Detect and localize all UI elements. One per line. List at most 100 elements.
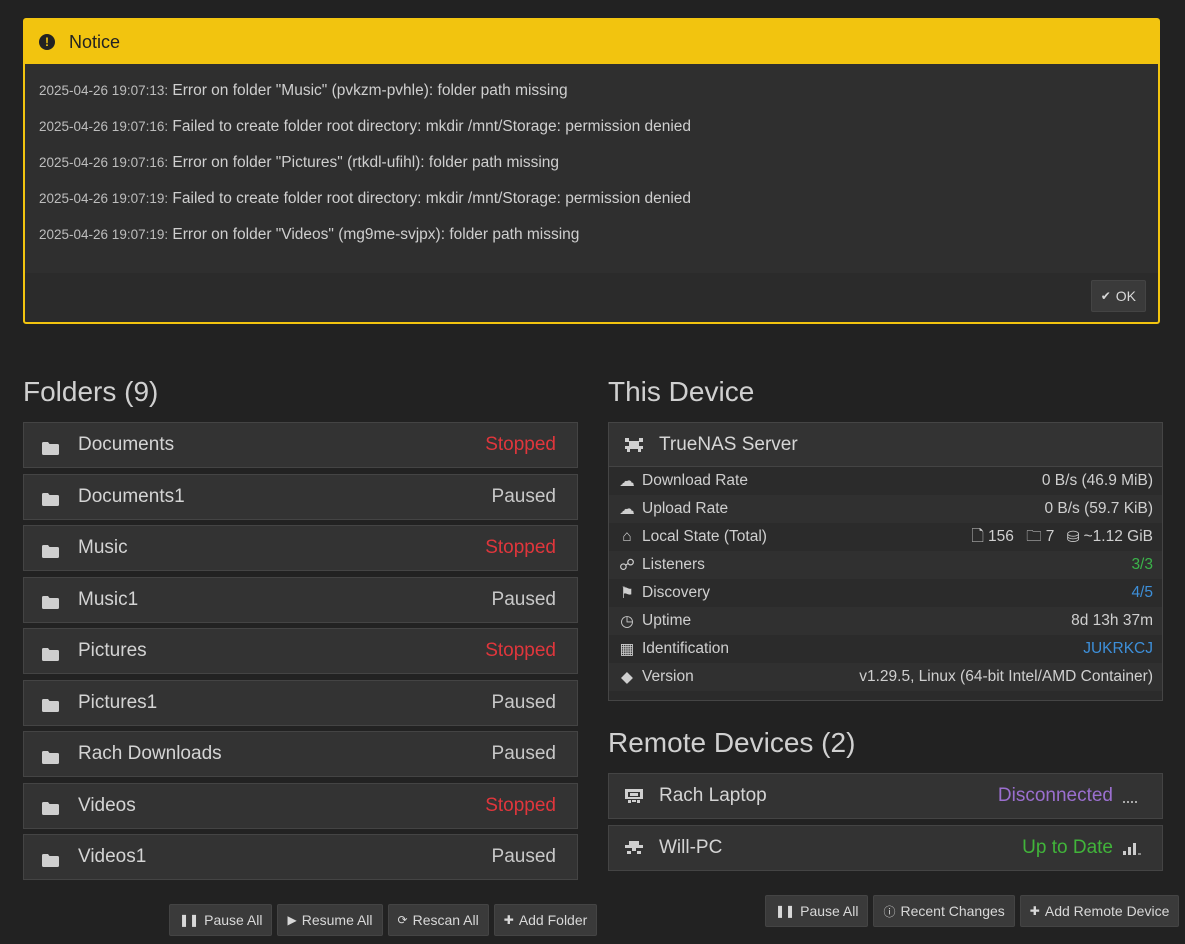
uptime-label: Uptime <box>642 612 692 629</box>
desktop-icon <box>625 841 643 855</box>
pause-all-devices-button[interactable]: ❚❚ Pause All <box>765 895 869 927</box>
notice-message: 2025-04-26 19:07:13: Error on folder "Mu… <box>25 81 1158 117</box>
listeners-label: Listeners <box>642 556 705 573</box>
discovery-row: ⚑ Discovery 4/5 <box>609 579 1162 607</box>
sitemap-icon: ☍ <box>619 556 635 574</box>
remote-device-name: Rach Laptop <box>659 785 767 806</box>
remote-device-status: Disconnected <box>997 785 1113 806</box>
folder-name: Music1 <box>78 588 139 610</box>
this-device-panel: TrueNAS Server ☁ Download Rate 0 B/s (46… <box>608 422 1163 701</box>
notice-timestamp: 2025-04-26 19:07:19: <box>39 191 169 206</box>
refresh-icon: ⟳ <box>397 913 408 927</box>
folder-row[interactable]: Music Stopped <box>23 525 578 571</box>
folder-status: Stopped <box>485 434 556 455</box>
folder-status: Paused <box>491 743 556 764</box>
version-label: Version <box>642 668 694 685</box>
plus-icon: ✚ <box>503 913 514 927</box>
local-state-value: 🗋 156 🗀 7 ⛁ ~1.12 GiB <box>972 524 1153 551</box>
this-device-heading: This Device <box>608 376 755 407</box>
qrcode-icon: ▦ <box>619 640 635 658</box>
notice-text: Failed to create folder root directory: … <box>172 118 692 135</box>
pause-all-label: Pause All <box>204 912 263 928</box>
notice-text: Error on folder "Music" (pvkzm-pvhle): f… <box>172 82 568 99</box>
uptime-value: 8d 13h 37m <box>1071 612 1153 629</box>
signpost-icon: ⚑ <box>620 584 634 602</box>
rescan-all-button[interactable]: ⟳ Rescan All <box>387 904 489 936</box>
local-state-label: Local State (Total) <box>642 528 767 545</box>
notice-message: 2025-04-26 19:07:19: Error on folder "Vi… <box>25 225 1158 261</box>
recent-changes-button[interactable]: ⓘ Recent Changes <box>873 895 1015 927</box>
folder-icon <box>42 851 59 867</box>
folder-status: Paused <box>491 588 556 610</box>
folder-status: Stopped <box>485 794 556 816</box>
dir-count: 7 <box>1045 528 1055 545</box>
ok-button[interactable]: ✔ OK <box>1090 280 1146 312</box>
folder-row[interactable]: Videos Stopped <box>23 782 578 829</box>
check-icon: ✔ <box>1100 289 1111 303</box>
folder-name: Rach Downloads <box>78 743 222 764</box>
add-folder-button[interactable]: ✚ Add Folder <box>493 904 598 936</box>
file-icon: 🗋 <box>971 527 984 545</box>
this-device-header[interactable]: TrueNAS Server <box>609 423 1162 467</box>
recent-changes-label: Recent Changes <box>900 903 1005 919</box>
file-count: 156 <box>987 528 1014 545</box>
folder-row[interactable]: Documents1 Paused <box>23 473 578 520</box>
folder-row[interactable]: Pictures Stopped <box>23 628 578 674</box>
listeners-row: ☍ Listeners 3/3 <box>609 551 1162 579</box>
folder-row[interactable]: Pictures1 Paused <box>23 679 578 726</box>
folder-icon <box>42 439 59 455</box>
devices-toolbar: ❚❚ Pause All ⓘ Recent Changes ✚ Add Remo… <box>765 895 1180 927</box>
notice-message: 2025-04-26 19:07:16: Failed to create fo… <box>25 117 1158 153</box>
notice-timestamp: 2025-04-26 19:07:13: <box>39 83 169 98</box>
folder-row[interactable]: Documents Stopped <box>23 422 578 468</box>
add-remote-device-button[interactable]: ✚ Add Remote Device <box>1019 895 1180 927</box>
add-remote-device-label: Add Remote Device <box>1044 903 1170 919</box>
notice-body: 2025-04-26 19:07:13: Error on folder "Mu… <box>25 64 1158 273</box>
pause-all-folders-button[interactable]: ❚❚ Pause All <box>169 904 273 936</box>
folder-icon <box>42 645 59 661</box>
folder-name: Documents1 <box>78 485 185 507</box>
download-rate-row: ☁ Download Rate 0 B/s (46.9 MiB) <box>609 467 1162 495</box>
drive-icon: ⛁ <box>1066 528 1080 546</box>
cloud-download-icon: ☁ <box>619 472 635 490</box>
folder-name: Pictures1 <box>78 691 158 713</box>
upload-rate-row: ☁ Upload Rate 0 B/s (59.7 KiB) <box>609 495 1162 523</box>
notice-timestamp: 2025-04-26 19:07:16: <box>39 155 169 170</box>
notice-panel: ! Notice 2025-04-26 19:07:13: Error on f… <box>23 18 1160 324</box>
folder-outline-icon: 🗀 <box>1026 527 1042 545</box>
folder-name: Music <box>78 537 128 558</box>
folder-row[interactable]: Videos1 Paused <box>23 834 578 880</box>
folder-row[interactable]: Music1 Paused <box>23 576 578 623</box>
identification-value[interactable]: JUKRKCJ <box>1083 640 1153 658</box>
listeners-value[interactable]: 3/3 <box>1131 556 1153 574</box>
notice-text: Error on folder "Pictures" (rtkdl-ufihl)… <box>172 154 560 171</box>
folder-icon <box>42 748 59 764</box>
resume-all-button[interactable]: ▶ Resume All <box>277 904 383 936</box>
upload-rate-value: 0 B/s (59.7 KiB) <box>1044 500 1153 517</box>
notice-text: Failed to create folder root directory: … <box>172 190 692 207</box>
total-size: ~1.12 GiB <box>1083 528 1153 545</box>
folder-status: Paused <box>491 485 556 507</box>
discovery-label: Discovery <box>642 584 711 601</box>
folder-status: Paused <box>491 846 556 867</box>
identification-label: Identification <box>642 640 730 657</box>
discovery-value[interactable]: 4/5 <box>1131 584 1153 602</box>
remote-device-row[interactable]: Rach Laptop Disconnected <box>608 773 1163 819</box>
upload-rate-label: Upload Rate <box>642 500 729 517</box>
connection-dots-icon <box>1123 789 1143 803</box>
folder-row[interactable]: Rach Downloads Paused <box>23 731 578 777</box>
plus-icon: ✚ <box>1029 904 1040 918</box>
exclamation-icon: ! <box>39 34 55 50</box>
folder-name: Videos1 <box>78 846 147 867</box>
remote-device-status: Up to Date <box>1022 837 1113 858</box>
remote-device-row[interactable]: Will-PC Up to Date <box>608 825 1163 871</box>
ok-label: OK <box>1115 288 1136 304</box>
server-icon <box>625 437 643 452</box>
folders-toolbar: ❚❚ Pause All ▶ Resume All ⟳ Rescan All ✚… <box>169 904 598 936</box>
folder-name: Pictures <box>78 640 147 661</box>
rescan-all-label: Rescan All <box>412 912 479 928</box>
add-folder-label: Add Folder <box>518 912 588 928</box>
folder-icon <box>42 490 59 506</box>
folder-icon <box>42 799 59 815</box>
download-rate-label: Download Rate <box>642 472 748 489</box>
